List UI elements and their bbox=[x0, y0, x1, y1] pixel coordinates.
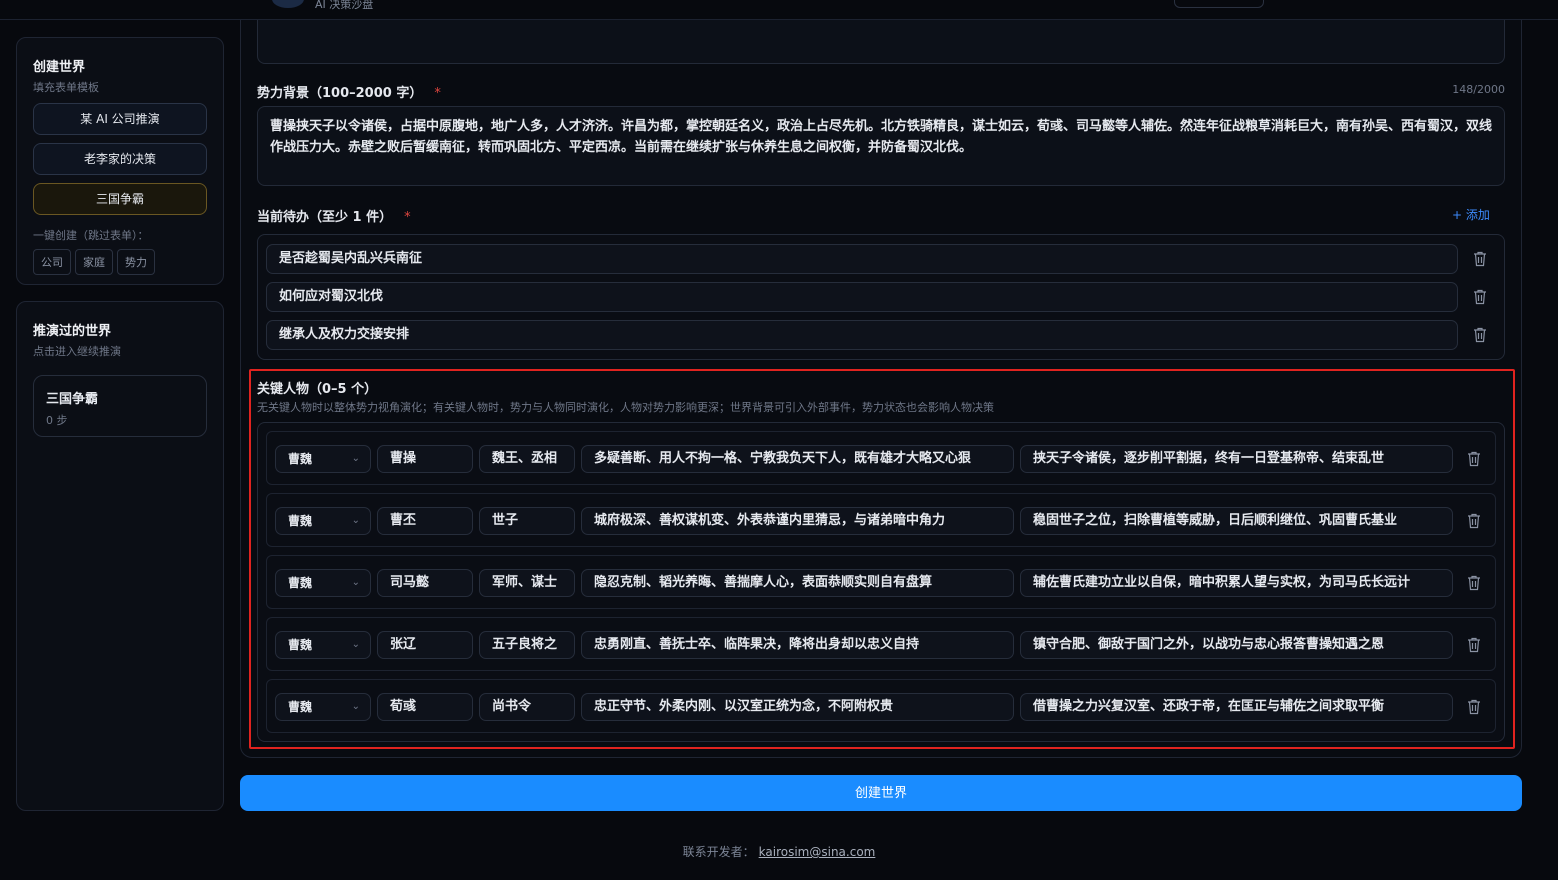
person-traits-input[interactable]: 忠正守节、外柔内刚、以汉室正统为念，不阿附权贵 bbox=[581, 693, 1014, 721]
chevron-down-icon: ⌄ bbox=[351, 577, 360, 588]
faction-select[interactable]: 曹魏 ⌄ bbox=[275, 507, 371, 535]
trash-icon[interactable] bbox=[1467, 637, 1481, 653]
background-char-counter: 148/2000 bbox=[1452, 83, 1505, 96]
person-title-input[interactable]: 魏王、丞相 bbox=[479, 445, 575, 473]
trash-icon[interactable] bbox=[1467, 513, 1481, 529]
create-world-title: 创建世界 bbox=[33, 60, 86, 75]
template-button-three-kingdoms[interactable]: 三国争霸 bbox=[33, 183, 207, 215]
person-goal-input[interactable]: 辅佐曹氏建功立业以自保，暗中积累人望与实权，为司马氏长远计 bbox=[1020, 569, 1453, 597]
person-goal-input[interactable]: 借曹操之力兴复汉室、还政于帝，在匡正与辅佐之间求取平衡 bbox=[1020, 693, 1453, 721]
world-list-item[interactable]: 三国争霸 0 步 bbox=[33, 375, 207, 437]
footer: 联系开发者： kairosim@sina.com bbox=[0, 843, 1558, 860]
person-goal-input[interactable]: 挟天子令诸侯，逐步削平割据，终有一日登基称帝、结束乱世 bbox=[1020, 445, 1453, 473]
faction-select[interactable]: 曹魏 ⌄ bbox=[275, 693, 371, 721]
todo-input[interactable]: 继承人及权力交接安排 bbox=[266, 320, 1458, 350]
trash-icon[interactable] bbox=[1467, 451, 1481, 467]
key-person-row: 曹魏 ⌄ 曹操 魏王、丞相 多疑善断、用人不拘一格、宁教我负天下人，既有雄才大略又… bbox=[266, 431, 1496, 485]
person-name-input[interactable]: 张辽 bbox=[377, 631, 473, 659]
quick-chip-company[interactable]: 公司 bbox=[33, 249, 71, 275]
required-mark: * bbox=[434, 86, 441, 101]
top-bar: AI 决策沙盘 bbox=[0, 0, 1558, 20]
faction-value: 曹魏 bbox=[288, 514, 313, 528]
faction-value: 曹魏 bbox=[288, 638, 313, 652]
required-mark: * bbox=[404, 210, 411, 225]
history-subtitle: 点击进入继续推演 bbox=[33, 345, 121, 358]
quick-chip-faction[interactable]: 势力 bbox=[117, 249, 155, 275]
quick-create-label: 一键创建（跳过表单）： bbox=[33, 229, 149, 242]
person-title-input[interactable]: 五子良将之 bbox=[479, 631, 575, 659]
background-label-text: 势力背景（100–2000 字） bbox=[257, 86, 423, 101]
faction-select[interactable]: 曹魏 ⌄ bbox=[275, 569, 371, 597]
person-name-input[interactable]: 曹丕 bbox=[377, 507, 473, 535]
person-title-input[interactable]: 尚书令 bbox=[479, 693, 575, 721]
person-traits-input[interactable]: 隐忍克制、韬光养晦、善揣摩人心，表面恭顺实则自有盘算 bbox=[581, 569, 1014, 597]
faction-value: 曹魏 bbox=[288, 700, 313, 714]
key-persons-label: 关键人物（0–5 个） bbox=[257, 382, 378, 397]
history-title: 推演过的世界 bbox=[33, 324, 112, 339]
faction-select[interactable]: 曹魏 ⌄ bbox=[275, 631, 371, 659]
todo-input[interactable]: 是否趁蜀吴内乱兴兵南征 bbox=[266, 244, 1458, 274]
todos-label: 当前待办（至少 1 件） * bbox=[257, 206, 411, 225]
faction-select[interactable]: 曹魏 ⌄ bbox=[275, 445, 371, 473]
trash-icon[interactable] bbox=[1467, 699, 1481, 715]
template-button-ai-company[interactable]: 某 AI 公司推演 bbox=[33, 103, 207, 135]
top-action-button[interactable] bbox=[1174, 0, 1264, 8]
person-name-input[interactable]: 司马懿 bbox=[377, 569, 473, 597]
trash-icon[interactable] bbox=[1473, 327, 1487, 343]
todo-input[interactable]: 如何应对蜀汉北伐 bbox=[266, 282, 1458, 312]
key-person-row: 曹魏 ⌄ 司马懿 军师、谋士 隐忍克制、韬光养晦、善揣摩人心，表面恭顺实则自有盘算… bbox=[266, 555, 1496, 609]
world-name: 三国争霸 bbox=[46, 392, 99, 407]
person-title-input[interactable]: 军师、谋士 bbox=[479, 569, 575, 597]
chevron-down-icon: ⌄ bbox=[351, 639, 360, 650]
template-button-li-family[interactable]: 老李家的决策 bbox=[33, 143, 207, 175]
quick-chip-family[interactable]: 家庭 bbox=[75, 249, 113, 275]
faction-value: 曹魏 bbox=[288, 452, 313, 466]
app-subtitle: AI 决策沙盘 bbox=[315, 0, 374, 11]
person-goal-input[interactable]: 镇守合肥、御敌于国门之外，以战功与忠心报答曹操知遇之恩 bbox=[1020, 631, 1453, 659]
person-traits-input[interactable]: 城府极深、善权谋机变、外表恭谨内里猜忌，与诸弟暗中角力 bbox=[581, 507, 1014, 535]
key-persons-description: 无关键人物时以整体势力视角演化；有关键人物时，势力与人物同时演化，人物对势力影响… bbox=[257, 401, 994, 414]
background-textarea[interactable]: 曹操挟天子以令诸侯，占据中原腹地，地广人多，人才济济。许昌为都，掌控朝廷名义，政… bbox=[257, 106, 1505, 186]
chevron-down-icon: ⌄ bbox=[351, 453, 360, 464]
trash-icon[interactable] bbox=[1473, 251, 1487, 267]
person-title-input[interactable]: 世子 bbox=[479, 507, 575, 535]
app-logo[interactable] bbox=[272, 0, 304, 8]
key-person-row: 曹魏 ⌄ 曹丕 世子 城府极深、善权谋机变、外表恭谨内里猜忌，与诸弟暗中角力 稳固… bbox=[266, 493, 1496, 547]
history-worlds-card: 推演过的世界 点击进入继续推演 三国争霸 0 步 bbox=[16, 301, 224, 811]
footer-contact-label: 联系开发者： bbox=[682, 845, 755, 859]
todos-label-text: 当前待办（至少 1 件） bbox=[257, 210, 393, 225]
trash-icon[interactable] bbox=[1473, 289, 1487, 305]
person-goal-input[interactable]: 稳固世子之位，扫除曹植等威胁，日后顺利继位、巩固曹氏基业 bbox=[1020, 507, 1453, 535]
quick-create-chips: 公司 家庭 势力 bbox=[33, 249, 207, 275]
create-world-card: 创建世界 填充表单模板 某 AI 公司推演 老李家的决策 三国争霸 一键创建（跳… bbox=[16, 37, 224, 285]
background-label: 势力背景（100–2000 字） * bbox=[257, 82, 441, 101]
person-traits-input[interactable]: 多疑善断、用人不拘一格、宁教我负天下人，既有雄才大略又心狠 bbox=[581, 445, 1014, 473]
key-person-row: 曹魏 ⌄ 张辽 五子良将之 忠勇刚直、善抚士卒、临阵果决，降将出身却以忠义自持 镇… bbox=[266, 617, 1496, 671]
trash-icon[interactable] bbox=[1467, 575, 1481, 591]
key-person-row: 曹魏 ⌄ 荀彧 尚书令 忠正守节、外柔内刚、以汉室正统为念，不阿附权贵 借曹操之力… bbox=[266, 679, 1496, 733]
world-steps: 0 步 bbox=[46, 414, 68, 427]
chevron-down-icon: ⌄ bbox=[351, 701, 360, 712]
person-name-input[interactable]: 荀彧 bbox=[377, 693, 473, 721]
chevron-down-icon: ⌄ bbox=[351, 515, 360, 526]
create-world-subtitle: 填充表单模板 bbox=[33, 81, 99, 94]
faction-value: 曹魏 bbox=[288, 576, 313, 590]
developer-email-link[interactable]: kairosim@sina.com bbox=[759, 845, 876, 859]
add-todo-button[interactable]: + 添加 bbox=[1452, 206, 1490, 223]
person-name-input[interactable]: 曹操 bbox=[377, 445, 473, 473]
person-traits-input[interactable]: 忠勇刚直、善抚士卒、临阵果决，降将出身却以忠义自持 bbox=[581, 631, 1014, 659]
previous-field-input[interactable] bbox=[257, 20, 1505, 64]
create-world-button[interactable]: 创建世界 bbox=[240, 775, 1522, 811]
